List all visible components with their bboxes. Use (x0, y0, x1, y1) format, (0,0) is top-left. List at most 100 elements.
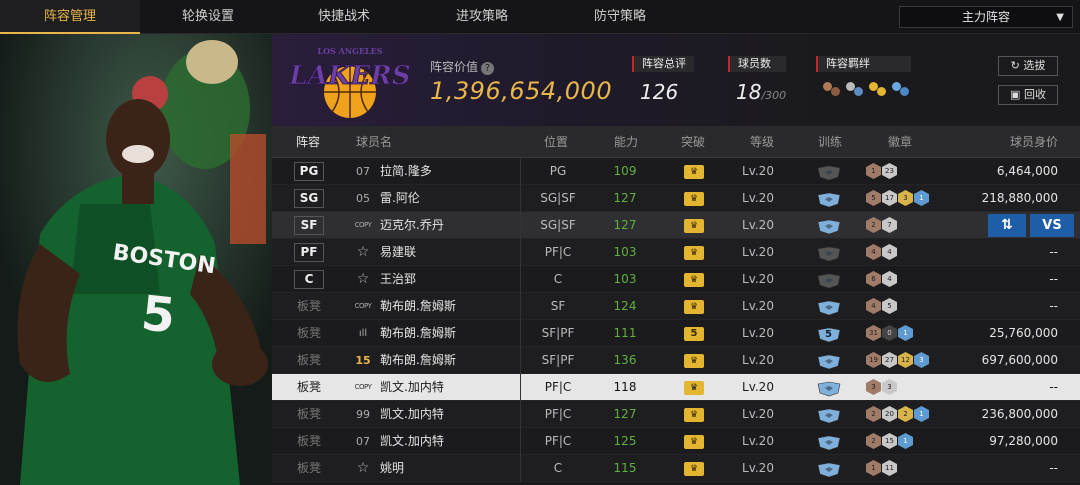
table-row[interactable]: 板凳 15 勒布朗.詹姆斯 SF|PF 136 ♛ Lv.20 19 27 12 3 697,600,… (272, 347, 1080, 374)
table-row[interactable]: SG 05 雷.阿伦 SG|SF 127 ♛ Lv.20 5 17 3 1 218,880,000 (272, 185, 1080, 212)
lineup-bonds-stat: 阵容羁绊 (816, 56, 911, 98)
table-row[interactable]: 板凳 07 凯文.加内特 PF|C 125 ♛ Lv.20 2 15 1 97,280,000 (272, 428, 1080, 455)
badge-icon[interactable]: 2 (866, 433, 881, 449)
player-position: PF|C (544, 434, 572, 448)
badge-icon[interactable]: 2 (866, 217, 881, 233)
table-row[interactable]: PG 07 拉简.隆多 PG 109 ♛ Lv.20 1 23 6,464,000 (272, 158, 1080, 185)
recycle-button[interactable]: ▣ 回收 (998, 85, 1058, 105)
badge-icon[interactable]: 7 (882, 217, 897, 233)
badge-icon[interactable]: 1 (866, 163, 881, 179)
badge-list: 19 27 12 3 (866, 352, 929, 369)
tab-quick-tactics[interactable]: 快捷战术 (274, 0, 414, 34)
column-divider (520, 320, 521, 347)
badge-icon[interactable]: 3 (866, 379, 881, 395)
badge-icon[interactable]: 1 (898, 325, 913, 341)
player-count-max: /300 (761, 89, 787, 102)
badge-icon[interactable]: 23 (882, 163, 897, 179)
badge-icon[interactable]: 15 (882, 433, 897, 449)
badge-list: 64 (866, 271, 897, 288)
lineup-rating-stat: 阵容总评 126 (632, 56, 694, 104)
badge-icon[interactable]: 17 (882, 190, 897, 206)
badge-icon[interactable]: 12 (898, 352, 913, 368)
badge-icon[interactable]: 20 (882, 406, 897, 422)
tab-offense-strategy[interactable]: 进攻策略 (412, 0, 552, 34)
badge-icon[interactable]: 1 (866, 460, 881, 476)
table-row[interactable]: 板凳 99 凯文.加内特 PF|C 127 ♛ Lv.20 2 20 2 1 236,800,000 (272, 401, 1080, 428)
bond-icon-silver[interactable] (845, 80, 865, 98)
training-icon[interactable] (816, 407, 842, 424)
table-row[interactable]: 板凳 ıll 勒布朗.詹姆斯 SF|PF 111 5 Lv.20 5 31 0 1 25,760,00… (272, 320, 1080, 347)
table-row[interactable]: SF COPY 迈克尔.乔丹 SG|SF 127 ♛ Lv.20 2 7 ⇅ VS (272, 212, 1080, 239)
training-icon[interactable] (816, 380, 842, 397)
copy-card-icon: COPY (354, 302, 372, 310)
jersey-number: 5 (139, 285, 178, 344)
badge-icon[interactable]: 5 (866, 190, 881, 206)
badge-list: 2 15 1 (866, 433, 913, 450)
badge-icon[interactable]: 3 (914, 352, 929, 368)
player-position: SF|PF (541, 326, 575, 340)
badge-icon[interactable]: 1 (914, 190, 929, 206)
bond-icon-gold[interactable] (868, 80, 888, 98)
table-row[interactable]: 板凳 COPY 凯文.加内特 PF|C 118 ♛ Lv.20 3 3 -- (272, 374, 1080, 401)
swap-button[interactable]: ⇅ (988, 214, 1026, 237)
badge-icon[interactable]: 0 (882, 325, 897, 341)
badge-icon[interactable]: 27 (882, 352, 897, 368)
player-position: PF|C (544, 380, 572, 394)
pick-button[interactable]: ↻ 选拔 (998, 56, 1058, 76)
badge-icon[interactable]: 5 (882, 298, 897, 314)
training-icon[interactable] (816, 218, 842, 235)
badge-icon[interactable]: 1 (914, 406, 929, 422)
lineup-bonds-label: 阵容羁绊 (816, 56, 911, 72)
player-position: C (553, 461, 563, 475)
crown-icon: ♛ (684, 219, 704, 233)
badge-icon[interactable]: 4 (866, 244, 881, 260)
jersey-number: 99 (356, 408, 370, 421)
table-row[interactable]: PF ☆ 易建联 PF|C 103 ♛ Lv.20 4 4 -- (272, 239, 1080, 266)
training-icon[interactable] (816, 299, 842, 316)
training-icon[interactable] (816, 272, 842, 289)
player-ability: 124 (613, 299, 637, 313)
training-icon[interactable]: 5 (816, 326, 842, 343)
player-ability: 103 (613, 272, 637, 286)
bond-icon-blue[interactable] (891, 80, 911, 98)
badge-icon[interactable]: 11 (882, 460, 897, 476)
player-name: 拉简.隆多 (380, 164, 432, 178)
training-icon[interactable] (816, 191, 842, 208)
compare-button[interactable]: VS (1030, 214, 1074, 237)
training-icon[interactable] (816, 164, 842, 181)
help-icon[interactable]: ? (481, 62, 495, 75)
lineup-select[interactable]: 主力阵容 ▼ (899, 6, 1073, 28)
badge-icon[interactable]: 2 (866, 406, 881, 422)
player-position: SG|SF (540, 218, 576, 232)
lineup-rating-label: 阵容总评 (632, 56, 694, 72)
badge-icon[interactable]: 3 (882, 379, 897, 395)
training-icon[interactable] (816, 434, 842, 451)
tab-lineup-management[interactable]: 阵容管理 (0, 0, 140, 34)
training-icon[interactable] (816, 245, 842, 262)
badge-icon[interactable]: 6 (866, 271, 881, 287)
team-logo: LOS ANGELES LAKERS (288, 46, 411, 118)
table-row[interactable]: C ☆ 王治郅 C 103 ♛ Lv.20 6 4 -- (272, 266, 1080, 293)
player-name: 王治郅 (380, 272, 417, 286)
tab-defense-strategy[interactable]: 防守策略 (550, 0, 690, 34)
table-row[interactable]: 板凳 ☆ 姚明 C 115 ♛ Lv.20 1 11 -- (272, 455, 1080, 482)
table-row[interactable]: 板凳 COPY 勒布朗.詹姆斯 SF 124 ♛ Lv.20 4 5 -- (272, 293, 1080, 320)
badge-icon[interactable]: 1 (898, 433, 913, 449)
crown-icon: ♛ (684, 408, 704, 422)
crown-icon: ♛ (684, 381, 704, 395)
badge-icon[interactable]: 4 (882, 271, 897, 287)
training-icon[interactable] (816, 461, 842, 478)
bond-icon-bronze[interactable] (822, 80, 842, 98)
badge-icon[interactable]: 19 (866, 352, 881, 368)
player-count-label: 球员数 (728, 56, 787, 72)
player-level: Lv.20 (742, 191, 774, 205)
tab-rotation-settings[interactable]: 轮换设置 (138, 0, 278, 34)
crown-icon: ♛ (684, 354, 704, 368)
training-icon[interactable] (816, 353, 842, 370)
badge-icon[interactable]: 31 (866, 325, 881, 341)
badge-icon[interactable]: 4 (882, 244, 897, 260)
col-breakthrough: 突破 (681, 135, 706, 149)
badge-icon[interactable]: 2 (898, 406, 913, 422)
badge-icon[interactable]: 4 (866, 298, 881, 314)
badge-icon[interactable]: 3 (898, 190, 913, 206)
